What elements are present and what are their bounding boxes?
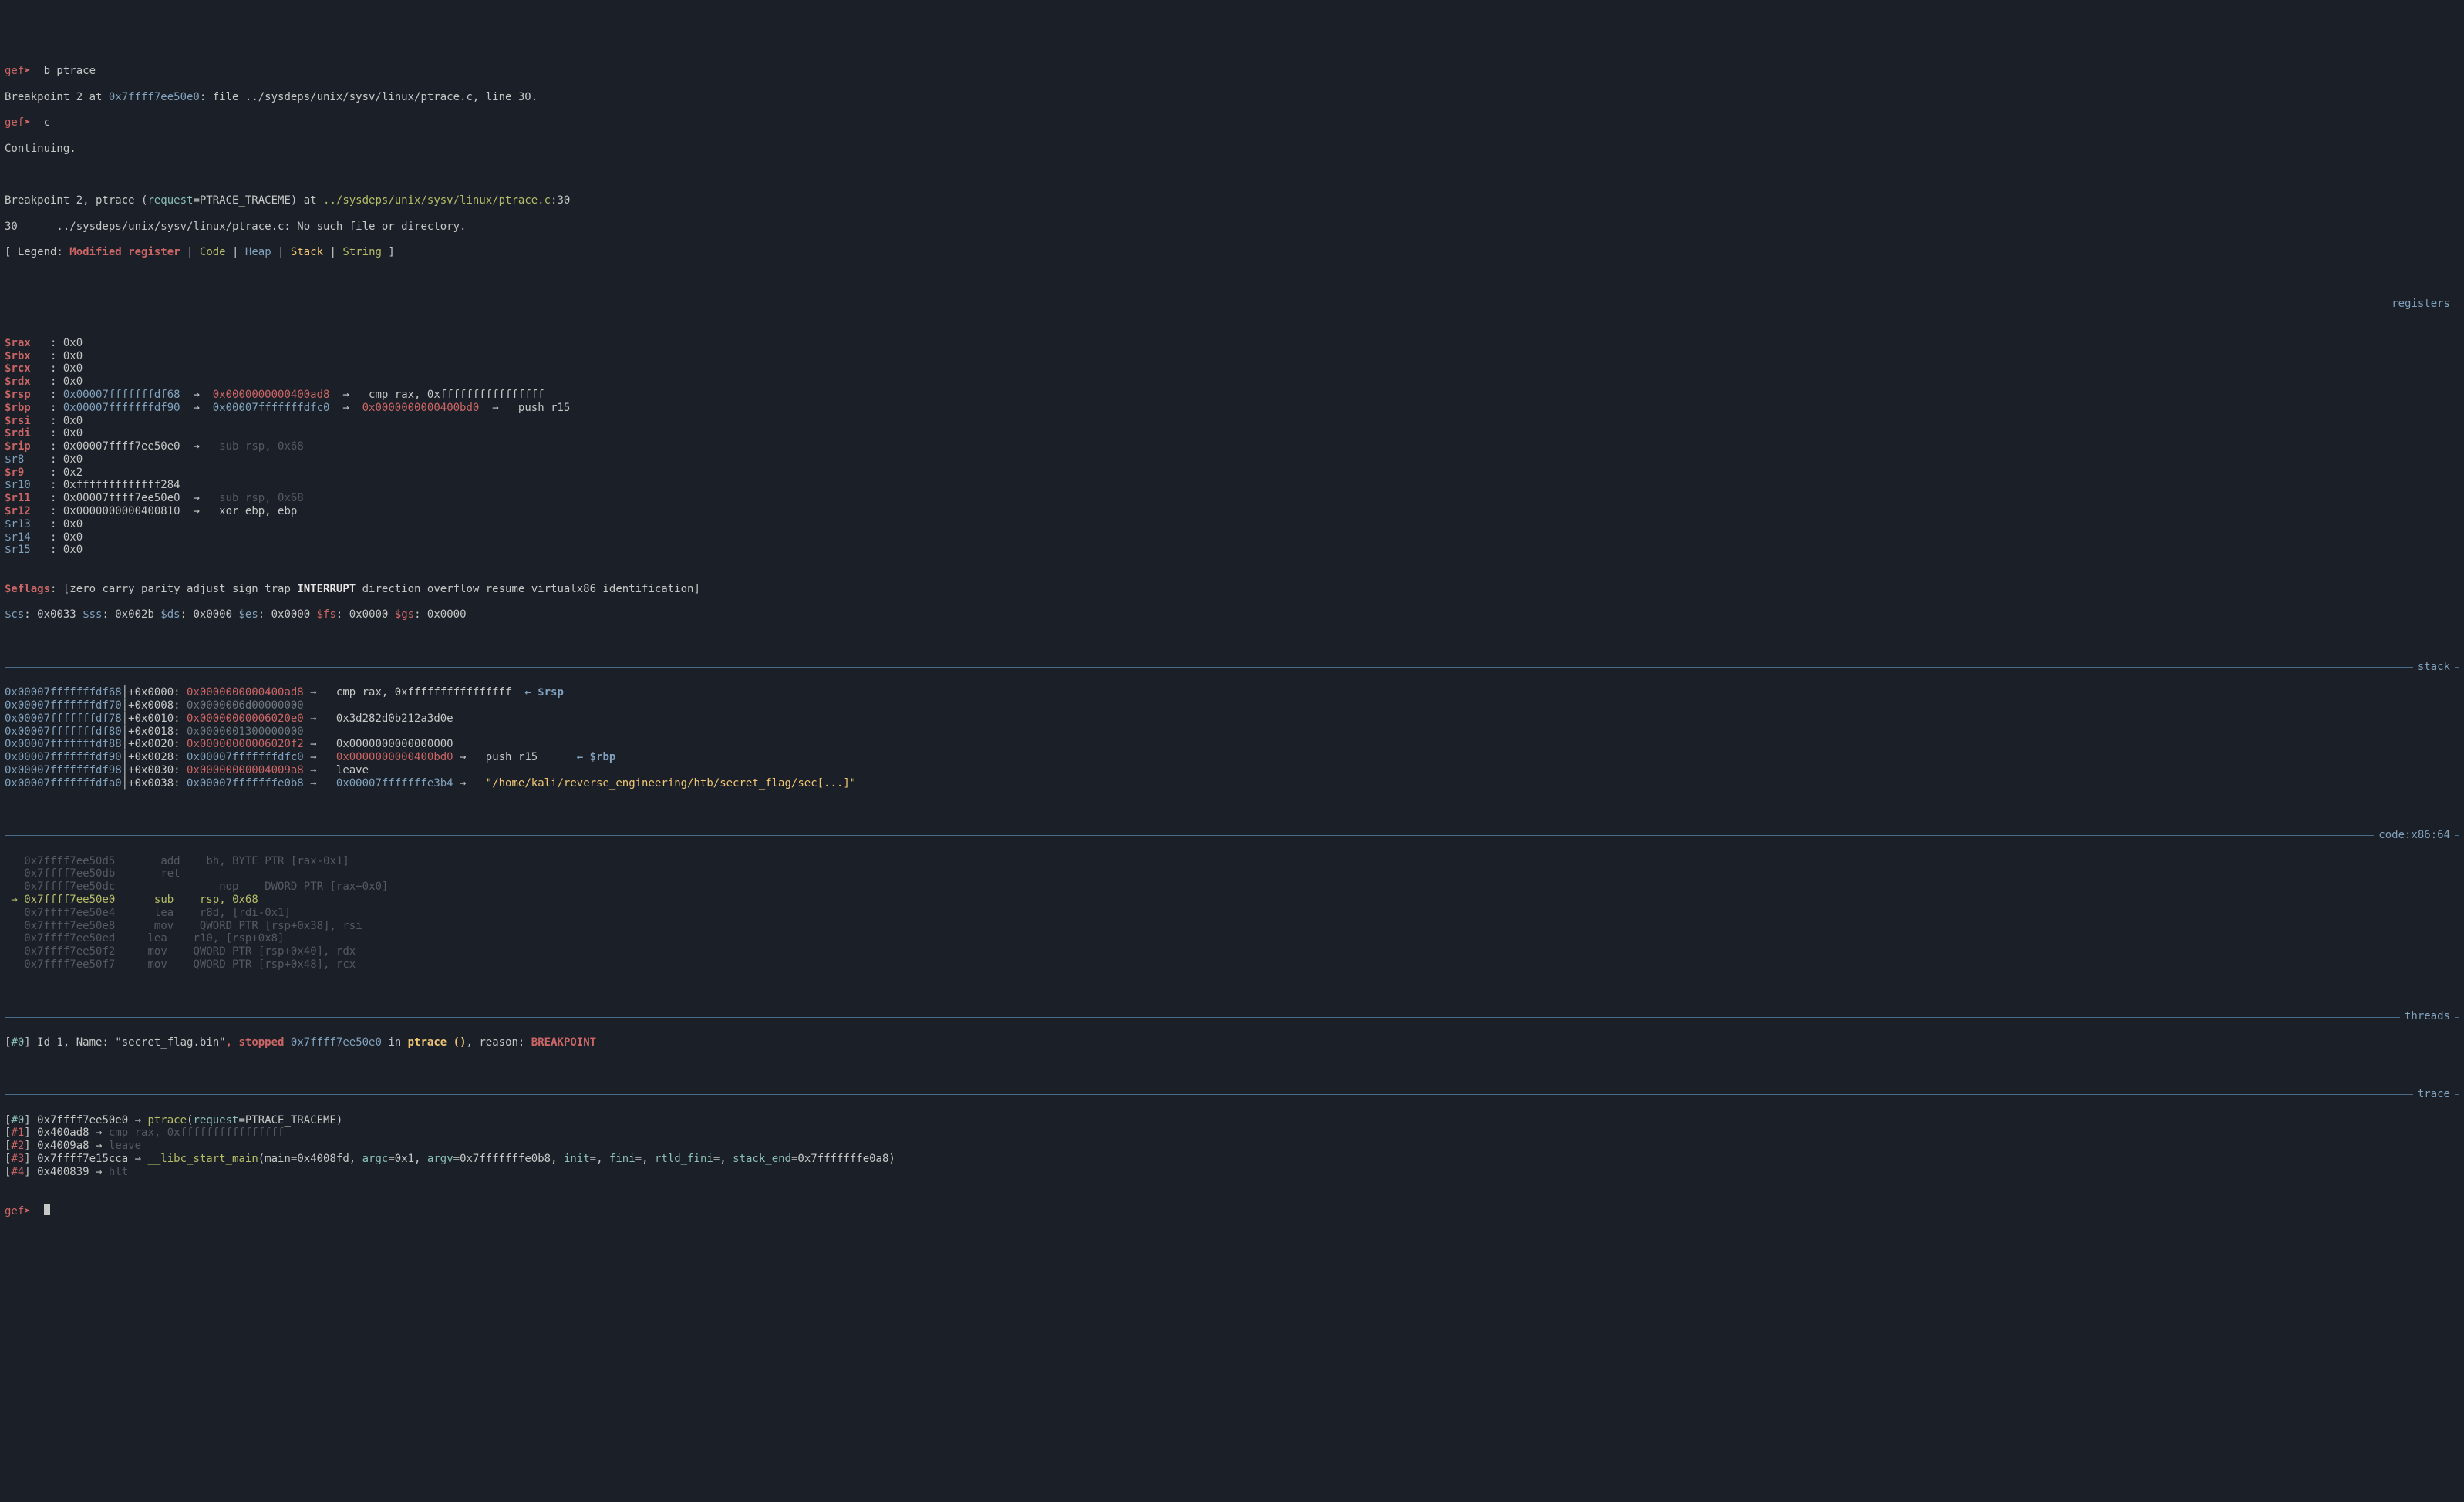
prompt-line[interactable]: gef➤ (0, 1204, 2464, 1218)
reg-row: $r13 : 0x0 (0, 518, 2464, 531)
stack-row: 0x00007fffffffdfa0│+0x0038: 0x00007fffff… (0, 777, 2464, 790)
reg-row: $rcx : 0x0 (0, 362, 2464, 376)
blank (0, 168, 2464, 181)
reg-row: $rip : 0x00007ffff7ee50e0 → sub rsp, 0x6… (0, 440, 2464, 453)
disasm-row: 0x7ffff7ee50f7 mov QWORD PTR [rsp+0x48],… (0, 958, 2464, 972)
trace-row: [#3] 0x7ffff7e15cca → __libc_start_main(… (0, 1153, 2464, 1166)
reg-row: $r10 : 0xfffffffffffff284 (0, 479, 2464, 492)
trace-row: [#2] 0x4009a8 → leave (0, 1140, 2464, 1153)
output: Continuing. (0, 143, 2464, 156)
disasm-row: 0x7ffff7ee50ed lea r10, [rsp+0x8] (0, 932, 2464, 945)
reg-row: $r12 : 0x0000000000400810 → xor ebp, ebp (0, 505, 2464, 518)
reg-row: $rsi : 0x0 (0, 415, 2464, 428)
reg-row: $r8 : 0x0 (0, 453, 2464, 466)
cursor-icon (44, 1204, 50, 1215)
stack-row: 0x00007fffffffdf70│+0x0008: 0x0000006d00… (0, 699, 2464, 712)
reg-row: $rdi : 0x0 (0, 427, 2464, 440)
output: 30 ../sysdeps/unix/sysv/linux/ptrace.c: … (0, 221, 2464, 234)
thread-row: [#0] Id 1, Name: "secret_flag.bin", stop… (0, 1036, 2464, 1049)
section-threads: threads (0, 1010, 2464, 1023)
disasm-row: 0x7ffff7ee50e8 mov QWORD PTR [rsp+0x38],… (0, 920, 2464, 933)
disasm-row: → 0x7ffff7ee50e0 sub rsp, 0x68 (0, 894, 2464, 907)
reg-row: $rbx : 0x0 (0, 350, 2464, 363)
disasm-row: 0x7ffff7ee50f2 mov QWORD PTR [rsp+0x40],… (0, 945, 2464, 958)
reg-row: $rbp : 0x00007fffffffdf90 → 0x00007fffff… (0, 402, 2464, 415)
stack-row: 0x00007fffffffdf98│+0x0030: 0x0000000000… (0, 764, 2464, 777)
disasm-row: 0x7ffff7ee50e4 lea r8d, [rdi-0x1] (0, 907, 2464, 920)
stack-row: 0x00007fffffffdf78│+0x0010: 0x0000000000… (0, 712, 2464, 726)
output: Breakpoint 2 at 0x7ffff7ee50e0: file ../… (0, 91, 2464, 104)
reg-row: $r15 : 0x0 (0, 544, 2464, 557)
trace-row: [#0] 0x7ffff7ee50e0 → ptrace(request=PTR… (0, 1114, 2464, 1127)
reg-row: $rax : 0x0 (0, 337, 2464, 350)
stack-row: 0x00007fffffffdf80│+0x0018: 0x0000001300… (0, 726, 2464, 739)
legend: [ Legend: Modified register | Code | Hea… (0, 246, 2464, 259)
reg-row: $r11 : 0x00007ffff7ee50e0 → sub rsp, 0x6… (0, 492, 2464, 505)
eflags: $eflags: [zero carry parity adjust sign … (0, 583, 2464, 596)
section-stack: stack (0, 661, 2464, 674)
stack-row: 0x00007fffffffdf90│+0x0028: 0x00007fffff… (0, 751, 2464, 764)
prompt-line[interactable]: gef➤ b ptrace (0, 65, 2464, 78)
reg-row: $rdx : 0x0 (0, 376, 2464, 389)
output: Breakpoint 2, ptrace (request=PTRACE_TRA… (0, 194, 2464, 207)
reg-row: $r9 : 0x2 (0, 466, 2464, 480)
section-trace: trace (0, 1088, 2464, 1101)
stack-row: 0x00007fffffffdf68│+0x0000: 0x0000000000… (0, 686, 2464, 699)
disasm-row: 0x7ffff7ee50db ret (0, 867, 2464, 881)
disasm-row: 0x7ffff7ee50d5 add bh, BYTE PTR [rax-0x1… (0, 855, 2464, 868)
stack-row: 0x00007fffffffdf88│+0x0020: 0x0000000000… (0, 738, 2464, 751)
section-code: code:x86:64 (0, 829, 2464, 842)
disasm-row: 0x7ffff7ee50dc nop DWORD PTR [rax+0x0] (0, 881, 2464, 894)
trace-row: [#1] 0x400ad8 → cmp rax, 0xfffffffffffff… (0, 1126, 2464, 1140)
trace-row: [#4] 0x400839 → hlt (0, 1166, 2464, 1179)
reg-row: $rsp : 0x00007fffffffdf68 → 0x0000000000… (0, 389, 2464, 402)
reg-row: $r14 : 0x0 (0, 531, 2464, 544)
segments: $cs: 0x0033 $ss: 0x002b $ds: 0x0000 $es:… (0, 608, 2464, 621)
section-registers: registers (0, 298, 2464, 311)
prompt-line[interactable]: gef➤ c (0, 116, 2464, 130)
